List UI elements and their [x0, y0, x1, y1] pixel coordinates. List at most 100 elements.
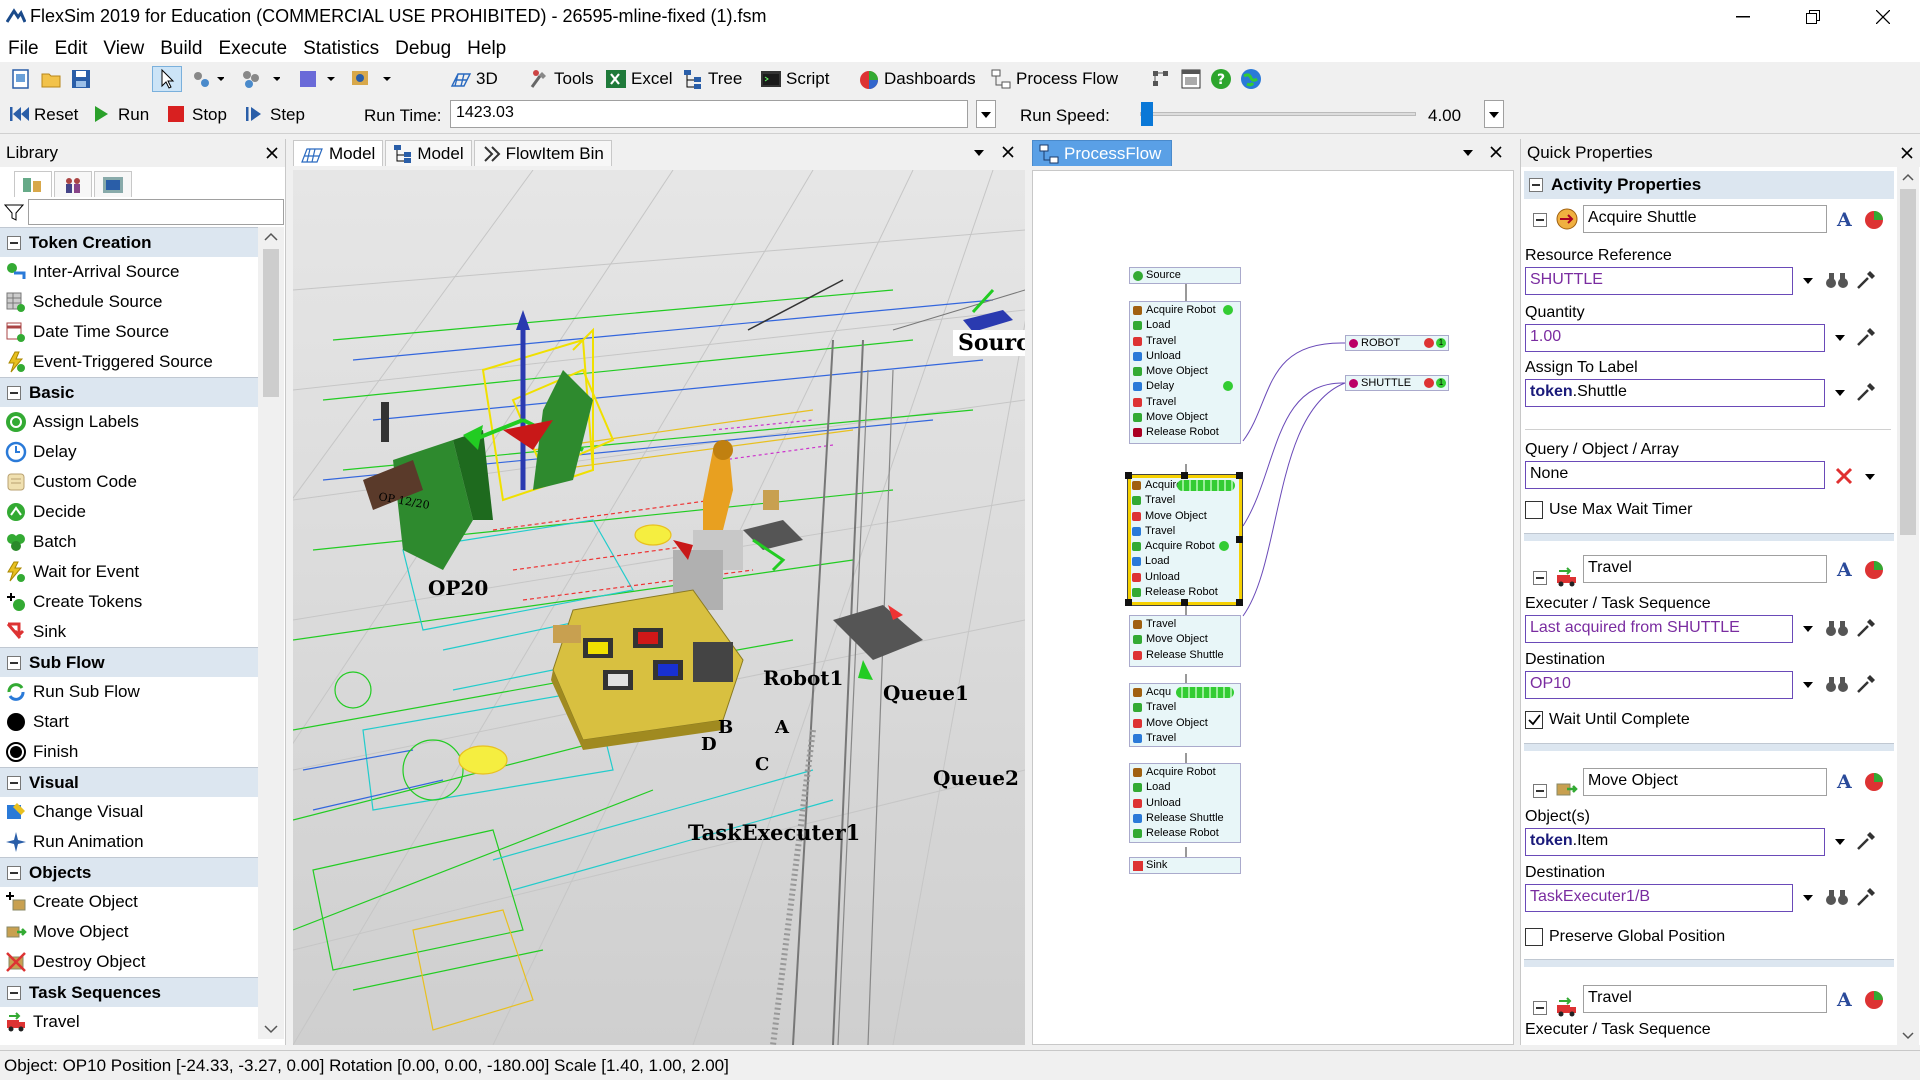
statistics-chart-icon[interactable]	[1863, 771, 1885, 793]
library-item-event-triggered-source[interactable]: Event-Triggered Source	[0, 347, 258, 377]
library-item-wait-for-event[interactable]: Wait for Event	[0, 557, 258, 587]
model-tabs-dropdown-icon[interactable]	[971, 145, 987, 161]
pf-activity[interactable]: Move Object	[1133, 410, 1240, 425]
library-group-objects[interactable]: Objects	[0, 857, 258, 887]
clear-x-icon[interactable]	[1835, 467, 1853, 485]
collapse-icon[interactable]	[7, 385, 21, 400]
menu-view[interactable]: View	[95, 34, 152, 62]
move-destination-field[interactable]: TaskExecuter1/B	[1525, 884, 1793, 912]
view-mode-icon[interactable]	[350, 68, 391, 90]
library-item-create-tokens[interactable]: Create Tokens	[0, 587, 258, 617]
quick-properties-scroll-thumb[interactable]	[1900, 189, 1916, 535]
collapse-icon[interactable]	[7, 775, 21, 790]
close-model-icon[interactable]	[1001, 145, 1015, 159]
tree-button[interactable]: Tree	[682, 68, 742, 90]
pf-activity[interactable]: Release Robot	[1133, 826, 1240, 841]
library-item-batch[interactable]: Batch	[0, 527, 258, 557]
font-icon[interactable]: A	[1837, 989, 1852, 1011]
layout-icon[interactable]	[1150, 68, 1172, 90]
pf-activity[interactable]: Move Object	[1133, 716, 1240, 731]
reset-button[interactable]: Reset	[8, 104, 78, 126]
pf-activity[interactable]: Acquire Robot	[1133, 765, 1240, 780]
library-item-inter-arrival-source[interactable]: Inter-Arrival Source	[0, 257, 258, 287]
dropdown-arrow-icon[interactable]	[1833, 836, 1847, 848]
pf-resource-robot[interactable]: ROBOT 1	[1345, 335, 1449, 351]
activity-name-travel[interactable]: Travel	[1583, 555, 1827, 583]
run-button[interactable]: Run	[92, 104, 149, 126]
collapse-icon[interactable]	[1529, 178, 1543, 192]
pf-activity[interactable]: Move Object	[1133, 632, 1240, 647]
dashboards-button[interactable]: Dashboards	[858, 68, 976, 90]
tools-button[interactable]: Tools	[528, 68, 594, 90]
library-group-visual[interactable]: Visual	[0, 767, 258, 797]
library-item-schedule-source[interactable]: Schedule Source	[0, 287, 258, 317]
collapse-icon[interactable]	[1533, 571, 1547, 585]
eyedropper-icon[interactable]	[1855, 673, 1877, 695]
library-item-custom-code[interactable]: Custom Code	[0, 467, 258, 497]
use-max-wait-timer-checkbox[interactable]	[1525, 501, 1543, 519]
run-time-field[interactable]: 1423.03	[450, 100, 968, 128]
3d-button[interactable]: 3D	[450, 68, 498, 90]
pf-sink-block[interactable]: Sink	[1129, 857, 1241, 874]
pf-activity[interactable]: Travel	[1133, 731, 1240, 746]
quick-properties-scrollbar[interactable]	[1897, 167, 1919, 1045]
eyedropper-icon[interactable]	[1855, 269, 1877, 291]
tab-flowitem-bin[interactable]: FlowItem Bin	[473, 140, 612, 166]
pf-activity[interactable]: Move Object	[1132, 509, 1239, 524]
collapse-icon[interactable]	[7, 865, 21, 880]
executer-field[interactable]: Last acquired from SHUTTLE	[1525, 615, 1793, 643]
close-window-button[interactable]	[1860, 0, 1906, 34]
menu-edit[interactable]: Edit	[47, 34, 96, 62]
help-icon[interactable]: ?	[1210, 68, 1232, 90]
library-item-date-time-source[interactable]: Date Time Source	[0, 317, 258, 347]
online-globe-icon[interactable]	[1240, 68, 1262, 90]
eyedropper-icon[interactable]	[1855, 617, 1877, 639]
library-item-finish[interactable]: Finish	[0, 737, 258, 767]
processflow-dropdown-icon[interactable]	[1460, 145, 1476, 161]
library-scrollbar[interactable]	[258, 227, 284, 1039]
connect-mode-icon[interactable]	[190, 68, 224, 90]
statistics-chart-icon[interactable]	[1863, 559, 1885, 581]
pf-activity[interactable]: Load	[1133, 318, 1240, 333]
dropdown-arrow-icon[interactable]	[1801, 275, 1815, 287]
object-mode-icon[interactable]	[240, 68, 280, 90]
window-layout-icon[interactable]	[1180, 68, 1202, 90]
save-icon[interactable]	[70, 68, 92, 90]
process-flow-button[interactable]: Process Flow	[990, 68, 1118, 90]
library-filter-input[interactable]	[28, 199, 284, 225]
processflow-canvas[interactable]: Source Acquire Robot Load Travel Unload Move…	[1032, 170, 1514, 1045]
pf-activity[interactable]: Load	[1132, 554, 1239, 569]
library-item-change-visual[interactable]: Change Visual	[0, 797, 258, 827]
new-file-icon[interactable]	[10, 68, 32, 90]
collapse-icon[interactable]	[7, 235, 21, 250]
close-library-icon[interactable]	[265, 146, 279, 160]
restore-button[interactable]	[1790, 0, 1836, 34]
menu-statistics[interactable]: Statistics	[295, 34, 387, 62]
font-icon[interactable]: A	[1837, 209, 1852, 231]
quantity-field[interactable]: 1.00	[1525, 324, 1825, 352]
pf-activity[interactable]: Unload	[1132, 570, 1239, 585]
pf-activity[interactable]: Travel	[1133, 617, 1240, 632]
pf-activity[interactable]: Travel	[1132, 493, 1239, 508]
library-item-destroy-object[interactable]: Destroy Object	[0, 947, 258, 977]
run-speed-slider-thumb[interactable]	[1141, 102, 1153, 126]
font-icon[interactable]: A	[1837, 559, 1852, 581]
statistics-chart-icon[interactable]	[1863, 989, 1885, 1011]
library-item-travel[interactable]: Travel	[0, 1007, 258, 1037]
library-group-task-sequences[interactable]: Task Sequences	[0, 977, 258, 1007]
pf-block-release-shuttle[interactable]: Travel Move Object Release Shuttle	[1129, 615, 1241, 667]
library-item-create-object[interactable]: Create Object	[0, 887, 258, 917]
pf-block-shuttle-process[interactable]: Acquire Travel Move Object Travel Acquire Ro…	[1125, 472, 1243, 606]
activity-name-acquire[interactable]: Acquire Shuttle	[1583, 205, 1827, 233]
stop-button[interactable]: Stop	[166, 104, 227, 126]
close-quick-properties-icon[interactable]	[1900, 146, 1914, 160]
library-item-move-object[interactable]: Move Object	[0, 917, 258, 947]
font-icon[interactable]: A	[1837, 771, 1852, 793]
objects-field[interactable]: token.Item	[1525, 828, 1825, 856]
pf-activity[interactable]: Load	[1133, 780, 1240, 795]
resource-reference-field[interactable]: SHUTTLE	[1525, 267, 1793, 295]
pf-activity[interactable]: Unload	[1133, 796, 1240, 811]
destination-field[interactable]: OP10	[1525, 671, 1793, 699]
collapse-icon[interactable]	[1533, 213, 1547, 227]
minimize-button[interactable]	[1720, 0, 1766, 34]
